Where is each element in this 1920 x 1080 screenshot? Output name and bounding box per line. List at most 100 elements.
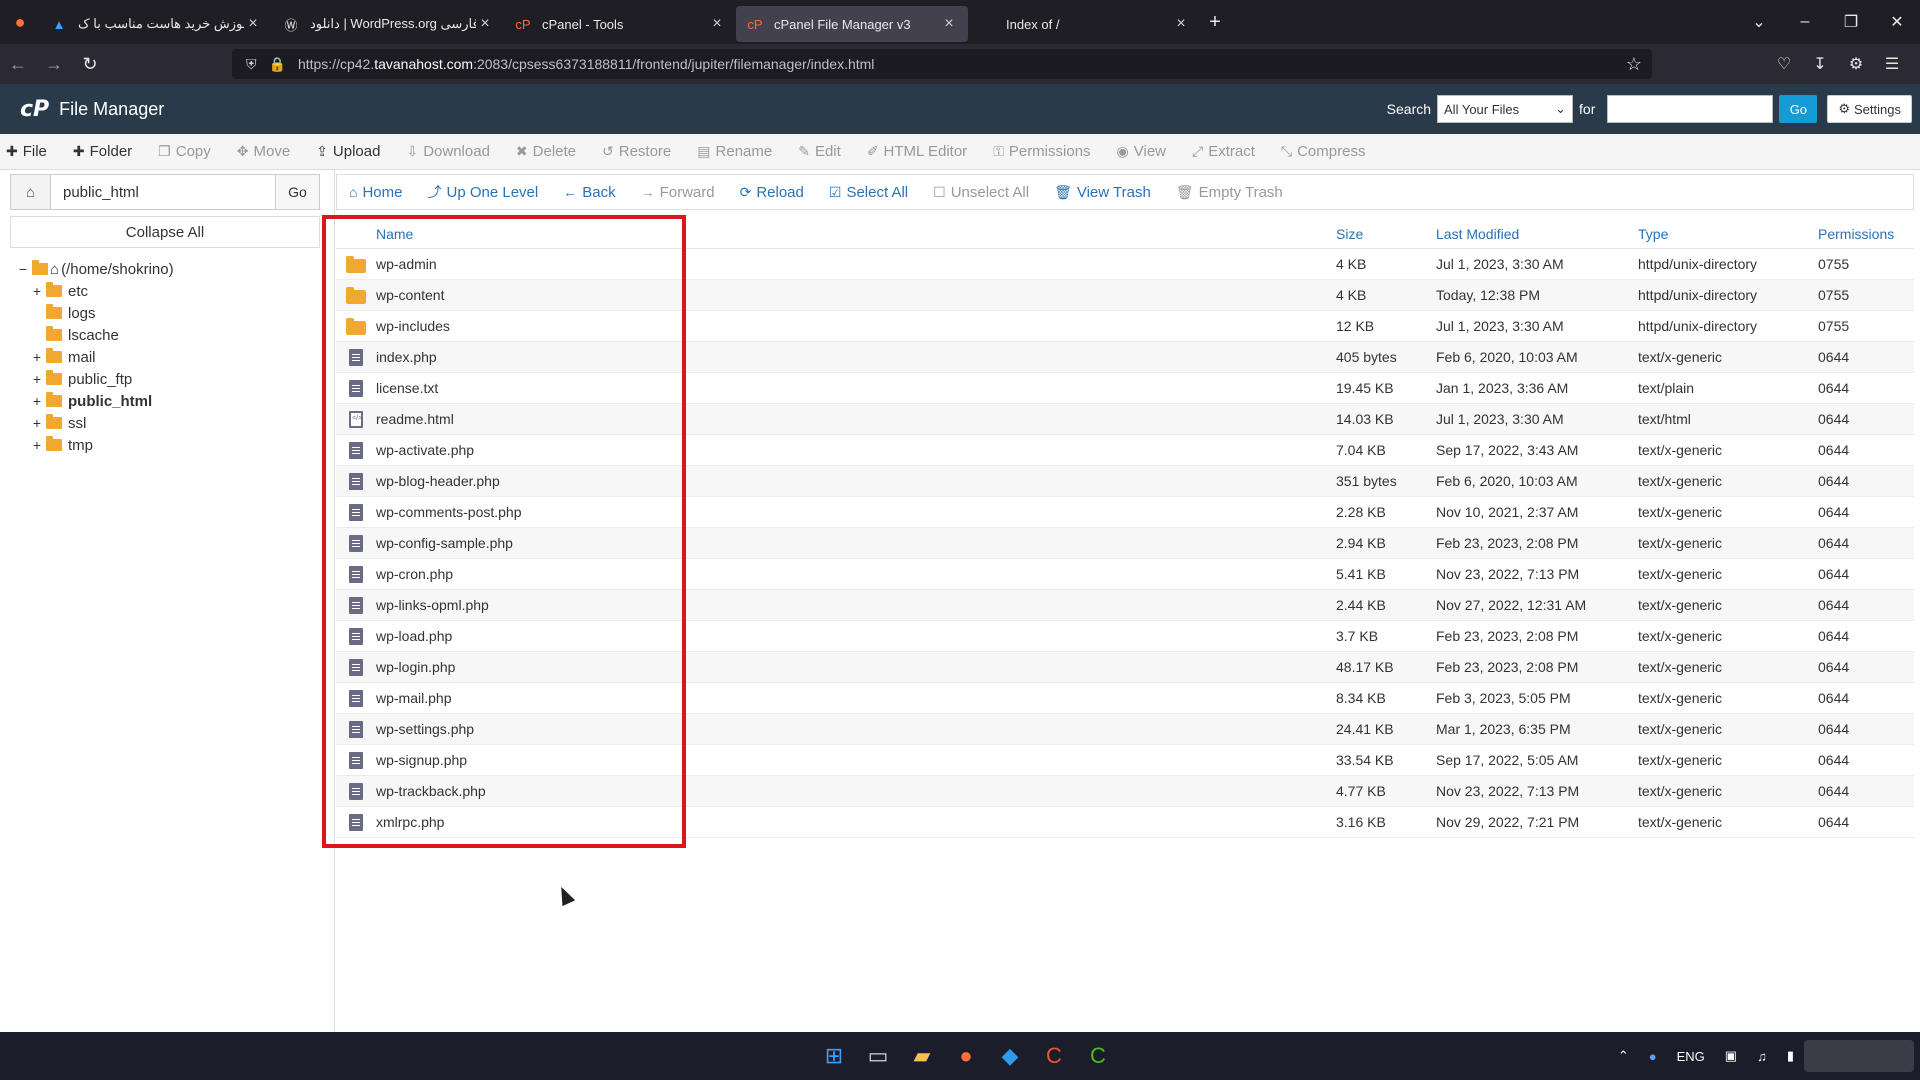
file-name[interactable]: wp-includes (376, 318, 1336, 334)
lock-icon[interactable]: 🔒 (269, 56, 286, 73)
toolbar-rename-button[interactable]: ▤ Rename (697, 143, 772, 160)
col-name[interactable]: Name (376, 226, 1336, 242)
toolbar-download-button[interactable]: ⇩ Download (406, 143, 489, 160)
table-row[interactable]: wp-settings.php 24.41 KB Mar 1, 2023, 6:35… (336, 714, 1914, 745)
settings-button[interactable]: ⚙ Settings (1827, 95, 1912, 123)
cpanel-logo[interactable]: cP (20, 97, 49, 122)
tab-list-icon[interactable]: ⌄ (1736, 12, 1782, 32)
close-tab-icon[interactable]: × (708, 15, 726, 33)
expand-icon[interactable]: + (30, 283, 44, 299)
file-name[interactable]: wp-blog-header.php (376, 473, 1336, 489)
toolbar-html-editor-button[interactable]: ✐ HTML Editor (867, 143, 967, 160)
volume-icon[interactable]: ♫ (1757, 1049, 1767, 1064)
browser-tab[interactable]: ▲ آموزش خرید هاست مناسب با ک × (40, 6, 272, 42)
table-row[interactable]: wp-comments-post.php 2.28 KB Nov 10, 2021,… (336, 497, 1914, 528)
new-tab-button[interactable]: + (1200, 11, 1230, 34)
shield-icon[interactable]: ⛨ (246, 56, 257, 73)
table-row[interactable]: wp-content 4 KB Today, 12:38 PM httpd/unix-… (336, 280, 1914, 311)
table-row[interactable]: readme.html14.03 KB Jul 1, 2023, 3:30 AM t… (336, 404, 1914, 435)
tree-item[interactable]: + etc (16, 280, 316, 302)
tree-item[interactable]: + tmp (16, 434, 316, 456)
action-forward-button[interactable]: → Forward (641, 184, 715, 201)
file-name[interactable]: wp-trackback.php (376, 783, 1336, 799)
vscode-icon[interactable]: ◆ (988, 1032, 1032, 1080)
search-go-button[interactable]: Go (1779, 95, 1818, 123)
url-bar[interactable]: ⛨ 🔒 https://cp42. tavanahost.com:2083/cps… (232, 49, 1652, 79)
action-select-all-button[interactable]: ☑ Select All (829, 184, 908, 201)
action-view-trash-button[interactable]: 🗑 View Trash (1054, 184, 1151, 201)
file-name[interactable]: license.txt (376, 380, 1336, 396)
table-row[interactable]: index.php 405 bytes Feb 6, 2020, 10:03 AM t… (336, 342, 1914, 373)
search-input[interactable] (1607, 95, 1774, 123)
firefox-icon[interactable]: ● (944, 1032, 988, 1080)
file-name[interactable]: wp-comments-post.php (376, 504, 1336, 520)
tree-item[interactable]: + ssl (16, 412, 316, 434)
toolbar-extract-button[interactable]: ⤢ Extract (1192, 143, 1255, 160)
table-row[interactable]: wp-links-opml.php 2.44 KB Nov 27, 2022, 12… (336, 590, 1914, 621)
firefox-menu-icon[interactable]: ● (0, 0, 40, 44)
expand-icon[interactable]: + (30, 415, 44, 431)
tree-item[interactable]: + public_html (16, 390, 316, 412)
extensions-icon[interactable]: ⚙ (1838, 54, 1874, 74)
table-row[interactable]: wp-signup.php 33.54 KB Sep 17, 2022, 5:05 … (336, 745, 1914, 776)
close-tab-icon[interactable]: × (940, 15, 958, 33)
restore-icon[interactable]: ❐ (1828, 12, 1874, 32)
pocket-icon[interactable]: ♡ (1766, 54, 1802, 74)
toolbar-upload-button[interactable]: ⇪ Upload (316, 143, 380, 160)
windows-start-icon[interactable]: ⊞ (812, 1032, 856, 1080)
close-tab-icon[interactable]: × (244, 15, 262, 33)
browser-tab[interactable]: cP cPanel - Tools × (504, 6, 736, 42)
battery-icon[interactable]: ▮ (1787, 1048, 1794, 1064)
action-up-one-level-button[interactable]: ⤴ Up One Level (427, 182, 538, 202)
close-window-icon[interactable]: ✕ (1874, 12, 1920, 32)
file-name[interactable]: wp-content (376, 287, 1336, 303)
toolbar-view-button[interactable]: ◉ View (1117, 143, 1166, 160)
downloads-icon[interactable]: ↧ (1802, 54, 1838, 74)
app-c-red-icon[interactable]: C (1032, 1032, 1076, 1080)
file-name[interactable]: wp-links-opml.php (376, 597, 1336, 613)
path-go-button[interactable]: Go (275, 175, 319, 209)
forward-icon[interactable]: → (36, 54, 72, 75)
tree-item[interactable]: + public_ftp (16, 368, 316, 390)
table-row[interactable]: wp-login.php 48.17 KB Feb 23, 2023, 2:08 P… (336, 652, 1914, 683)
file-name[interactable]: wp-activate.php (376, 442, 1336, 458)
table-row[interactable]: wp-load.php 3.7 KB Feb 23, 2023, 2:08 PM te… (336, 621, 1914, 652)
col-type[interactable]: Type (1638, 226, 1818, 242)
col-modified[interactable]: Last Modified (1436, 226, 1638, 242)
toolbar-restore-button[interactable]: ↺ Restore (602, 143, 671, 160)
menu-icon[interactable]: ☰ (1874, 54, 1910, 74)
browser-tab[interactable]: Ⓦ دانلود | WordPress.org فارسی × (272, 6, 504, 42)
task-view-icon[interactable]: ▭ (856, 1032, 900, 1080)
file-name[interactable]: xmlrpc.php (376, 814, 1336, 830)
action-empty-trash-button[interactable]: 🗑 Empty Trash (1176, 184, 1283, 201)
minimize-icon[interactable]: – (1782, 13, 1828, 31)
col-permissions[interactable]: Permissions (1818, 226, 1914, 242)
back-icon[interactable]: ← (0, 54, 36, 75)
collapse-all-button[interactable]: Collapse All (10, 216, 320, 248)
col-size[interactable]: Size (1336, 226, 1436, 242)
table-row[interactable]: wp-config-sample.php 2.94 KB Feb 23, 2023,… (336, 528, 1914, 559)
table-row[interactable]: wp-activate.php 7.04 KB Sep 17, 2022, 3:43… (336, 435, 1914, 466)
file-explorer-icon[interactable]: ▰ (900, 1032, 944, 1080)
table-row[interactable]: wp-cron.php 5.41 KB Nov 23, 2022, 7:13 PM t… (336, 559, 1914, 590)
close-tab-icon[interactable]: × (476, 15, 494, 33)
expand-icon[interactable]: + (30, 437, 44, 453)
file-name[interactable]: wp-admin (376, 256, 1336, 272)
path-input[interactable]: public_html (51, 175, 275, 209)
action-back-button[interactable]: ← Back (563, 184, 615, 201)
chevron-up-icon[interactable]: ⌃ (1618, 1048, 1629, 1064)
file-name[interactable]: wp-login.php (376, 659, 1336, 675)
expand-icon[interactable]: + (30, 393, 44, 409)
table-row[interactable]: wp-mail.php 8.34 KB Feb 3, 2023, 5:05 PM te… (336, 683, 1914, 714)
action-reload-button[interactable]: ⟳ Reload (740, 184, 804, 201)
action-unselect-all-button[interactable]: ☐ Unselect All (933, 184, 1029, 201)
file-name[interactable]: wp-load.php (376, 628, 1336, 644)
browser-tab[interactable]: Index of / × (968, 6, 1200, 42)
expand-icon[interactable]: + (30, 349, 44, 365)
table-row[interactable]: wp-includes 12 KB Jul 1, 2023, 3:30 AM http… (336, 311, 1914, 342)
table-row[interactable]: wp-blog-header.php 351 bytes Feb 6, 2020, … (336, 466, 1914, 497)
tree-item[interactable]: + mail (16, 346, 316, 368)
file-name[interactable]: readme.html (376, 411, 1336, 427)
collapse-icon[interactable]: − (16, 261, 30, 277)
tree-item[interactable]: lscache (16, 324, 316, 346)
